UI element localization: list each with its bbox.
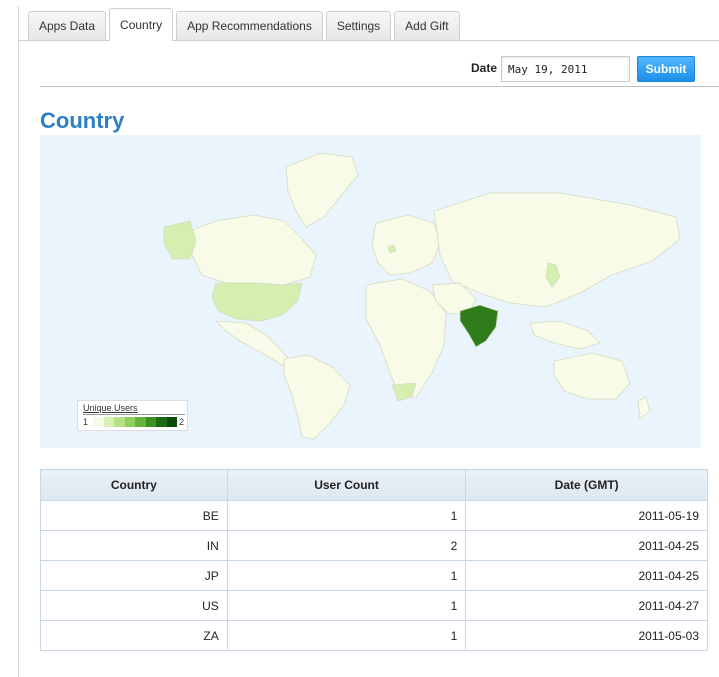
cell-country: IN [40,530,228,561]
map-region-usa [211,282,303,322]
tab-settings[interactable]: Settings [325,11,392,41]
column-header-date[interactable]: Date (GMT) [465,469,708,501]
country-table: Country User Count Date (GMT) BE 1 2011-… [40,469,708,651]
cell-date: 2011-05-19 [465,500,708,531]
legend-title: Unique Users [83,403,138,413]
table-row: US 1 2011-04-27 [40,590,708,621]
map-region-europe [371,214,441,276]
map-region-belgium [387,244,397,254]
map-region-mexico [214,320,291,366]
legend-swatch [124,417,135,427]
cell-date: 2011-05-03 [465,620,708,651]
legend-max: 2 [179,417,185,427]
legend-swatch [103,417,114,427]
cell-date: 2011-04-27 [465,590,708,621]
cell-user-count: 1 [226,590,467,621]
map-region-new-zealand [637,396,651,420]
map-region-alaska [163,220,197,260]
cell-country: BE [40,500,228,531]
map-region-south-africa [391,382,417,402]
date-form: Date Submit [0,54,719,84]
map-region-africa [365,278,447,398]
map-region-greenland [285,152,359,228]
tab-apps-data[interactable]: Apps Data [28,11,107,41]
legend-swatch [145,417,156,427]
header-rule [40,86,719,87]
map-region-south-america [283,354,351,440]
tab-bar: Apps Data Country App Recommendations Se… [28,8,463,41]
legend-swatch [166,417,177,427]
legend-swatch [135,417,146,427]
cell-country: US [40,590,228,621]
legend-color-scale [93,417,177,427]
cell-user-count: 1 [226,620,467,651]
tab-country[interactable]: Country [109,8,174,41]
cell-user-count: 1 [226,500,467,531]
legend-swatch [93,417,104,427]
map-region-india [459,304,499,348]
cell-country: JP [40,560,228,591]
column-header-country[interactable]: Country [40,469,228,501]
cell-country: ZA [40,620,228,651]
legend-swatch [114,417,125,427]
map-region-southeast-asia [529,320,601,350]
cell-user-count: 2 [226,530,467,561]
map-legend: Unique Users 1 2 [77,400,188,431]
cell-date: 2011-04-25 [465,560,708,591]
cell-date: 2011-04-25 [465,530,708,561]
map-region-canada [189,214,317,286]
table-row: BE 1 2011-05-19 [40,500,708,531]
page-title: Country [40,108,125,133]
cell-user-count: 1 [226,560,467,591]
legend-min: 1 [83,417,89,427]
legend-divider [83,414,185,415]
map-region-australia [553,352,631,400]
map-region-asia [433,192,681,308]
tab-app-recommendations[interactable]: App Recommendations [176,11,323,41]
table-row: JP 1 2011-04-25 [40,560,708,591]
date-label: Date [471,61,498,75]
submit-button[interactable]: Submit [637,56,695,82]
table-row: IN 2 2011-04-25 [40,530,708,561]
world-map[interactable]: Unique Users 1 2 [40,135,701,448]
table-header-row: Country User Count Date (GMT) [40,469,708,501]
tab-add-gift[interactable]: Add Gift [394,11,460,41]
date-input[interactable] [501,56,630,82]
legend-swatch [156,417,167,427]
table-row: ZA 1 2011-05-03 [40,620,708,651]
column-header-user-count[interactable]: User Count [226,469,467,501]
